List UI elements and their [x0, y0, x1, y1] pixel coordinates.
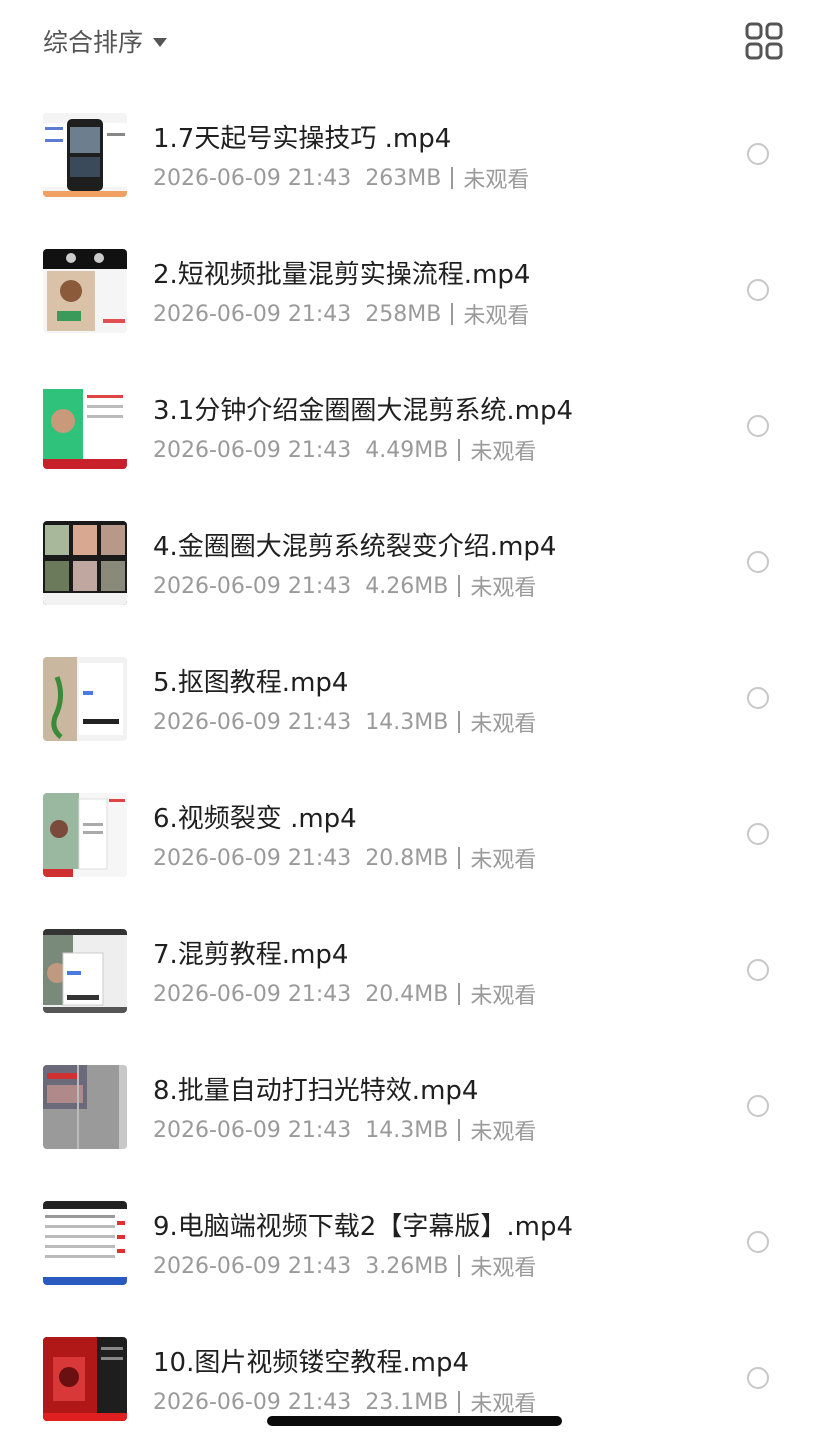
file-title: 4.金圈圈大混剪系统裂变介绍.mp4 [153, 532, 557, 562]
file-size: 258MB [365, 301, 442, 327]
video-thumbnail [43, 113, 127, 197]
watch-status: 未观看 [470, 984, 537, 1009]
grid-view-icon[interactable] [745, 22, 783, 60]
top-bar: 综合排序 [0, 0, 828, 84]
file-date: 2026-06-09 21:43 [153, 437, 352, 463]
file-date: 2026-06-09 21:43 [153, 1253, 352, 1279]
file-meta: 2026-06-09 21:43 3.26MB 未观看 [153, 1250, 536, 1282]
file-meta: 2026-06-09 21:43 14.3MB 未观看 [153, 1114, 536, 1146]
file-size: 14.3MB [365, 709, 449, 735]
file-title: 5.抠图教程.mp4 [153, 668, 349, 698]
video-thumbnail [43, 929, 127, 1013]
file-meta: 2026-06-09 21:43 20.4MB 未观看 [153, 978, 536, 1010]
select-radio[interactable] [747, 959, 769, 981]
file-date: 2026-06-09 21:43 [153, 573, 352, 599]
meta-divider [458, 439, 461, 461]
file-title: 9.电脑端视频下载2【字幕版】.mp4 [153, 1212, 573, 1242]
file-meta: 2026-06-09 21:43 263MB 未观看 [153, 162, 529, 194]
meta-divider [458, 1391, 461, 1413]
select-radio[interactable] [747, 551, 769, 573]
video-thumbnail [43, 657, 127, 741]
meta-divider [451, 303, 454, 325]
file-meta: 2026-06-09 21:43 14.3MB 未观看 [153, 706, 536, 738]
list-item[interactable]: 6.视频裂变 .mp4 2026-06-09 21:43 20.8MB 未观看 [0, 768, 828, 904]
file-title: 8.批量自动打扫光特效.mp4 [153, 1076, 479, 1106]
file-date: 2026-06-09 21:43 [153, 1117, 352, 1143]
video-thumbnail [43, 793, 127, 877]
select-radio[interactable] [747, 143, 769, 165]
file-meta: 2026-06-09 21:43 4.26MB 未观看 [153, 570, 536, 602]
list-item[interactable]: 2.短视频批量混剪实操流程.mp4 2026-06-09 21:43 258MB… [0, 224, 828, 360]
list-item[interactable]: 4.金圈圈大混剪系统裂变介绍.mp4 2026-06-09 21:43 4.26… [0, 496, 828, 632]
video-thumbnail [43, 249, 127, 333]
file-date: 2026-06-09 21:43 [153, 845, 352, 871]
list-item[interactable]: 5.抠图教程.mp4 2026-06-09 21:43 14.3MB 未观看 [0, 632, 828, 768]
video-thumbnail [43, 1065, 127, 1149]
file-title: 10.图片视频镂空教程.mp4 [153, 1348, 469, 1378]
file-size: 20.4MB [365, 981, 449, 1007]
watch-status: 未观看 [463, 304, 530, 329]
meta-divider [458, 847, 461, 869]
meta-divider [458, 711, 461, 733]
watch-status: 未观看 [470, 576, 537, 601]
watch-status: 未观看 [470, 712, 537, 737]
list-item[interactable]: 9.电脑端视频下载2【字幕版】.mp4 2026-06-09 21:43 3.2… [0, 1176, 828, 1312]
file-size: 4.26MB [365, 573, 449, 599]
file-title: 3.1分钟介绍金圈圈大混剪系统.mp4 [153, 396, 573, 426]
watch-status: 未观看 [470, 1120, 537, 1145]
file-size: 263MB [365, 165, 442, 191]
list-item[interactable]: 1.7天起号实操技巧 .mp4 2026-06-09 21:43 263MB 未… [0, 88, 828, 224]
meta-divider [458, 1119, 461, 1141]
file-size: 23.1MB [365, 1389, 449, 1415]
file-size: 20.8MB [365, 845, 449, 871]
meta-divider [458, 1255, 461, 1277]
file-meta: 2026-06-09 21:43 4.49MB 未观看 [153, 434, 536, 466]
file-title: 1.7天起号实操技巧 .mp4 [153, 124, 452, 154]
meta-divider [458, 983, 461, 1005]
video-thumbnail [43, 385, 127, 469]
file-date: 2026-06-09 21:43 [153, 165, 352, 191]
caret-down-icon [153, 38, 168, 47]
video-thumbnail [43, 1201, 127, 1285]
video-thumbnail [43, 521, 127, 605]
file-title: 6.视频裂变 .mp4 [153, 804, 357, 834]
list-item[interactable]: 10.图片视频镂空教程.mp4 2026-06-09 21:43 23.1MB … [0, 1312, 828, 1448]
file-size: 3.26MB [365, 1253, 449, 1279]
file-meta: 2026-06-09 21:43 20.8MB 未观看 [153, 842, 536, 874]
sort-dropdown[interactable]: 综合排序 [43, 22, 168, 60]
file-size: 14.3MB [365, 1117, 449, 1143]
list-item[interactable]: 3.1分钟介绍金圈圈大混剪系统.mp4 2026-06-09 21:43 4.4… [0, 360, 828, 496]
file-title: 2.短视频批量混剪实操流程.mp4 [153, 260, 531, 290]
select-radio[interactable] [747, 823, 769, 845]
list-item[interactable]: 7.混剪教程.mp4 2026-06-09 21:43 20.4MB 未观看 [0, 904, 828, 1040]
file-date: 2026-06-09 21:43 [153, 301, 352, 327]
file-date: 2026-06-09 21:43 [153, 981, 352, 1007]
watch-status: 未观看 [470, 440, 537, 465]
file-date: 2026-06-09 21:43 [153, 709, 352, 735]
video-thumbnail [43, 1337, 127, 1421]
file-meta: 2026-06-09 21:43 23.1MB 未观看 [153, 1386, 536, 1418]
file-date: 2026-06-09 21:43 [153, 1389, 352, 1415]
watch-status: 未观看 [470, 1256, 537, 1281]
file-meta: 2026-06-09 21:43 258MB 未观看 [153, 298, 529, 330]
sort-label: 综合排序 [43, 28, 144, 57]
meta-divider [451, 167, 454, 189]
file-title: 7.混剪教程.mp4 [153, 940, 349, 970]
list-item[interactable]: 8.批量自动打扫光特效.mp4 2026-06-09 21:43 14.3MB … [0, 1040, 828, 1176]
watch-status: 未观看 [470, 1392, 537, 1417]
home-indicator [267, 1416, 562, 1426]
select-radio[interactable] [747, 415, 769, 437]
watch-status: 未观看 [463, 168, 530, 193]
file-list: 1.7天起号实操技巧 .mp4 2026-06-09 21:43 263MB 未… [0, 88, 828, 1448]
select-radio[interactable] [747, 687, 769, 709]
file-size: 4.49MB [365, 437, 449, 463]
watch-status: 未观看 [470, 848, 537, 873]
select-radio[interactable] [747, 279, 769, 301]
select-radio[interactable] [747, 1367, 769, 1389]
select-radio[interactable] [747, 1095, 769, 1117]
meta-divider [458, 575, 461, 597]
select-radio[interactable] [747, 1231, 769, 1253]
